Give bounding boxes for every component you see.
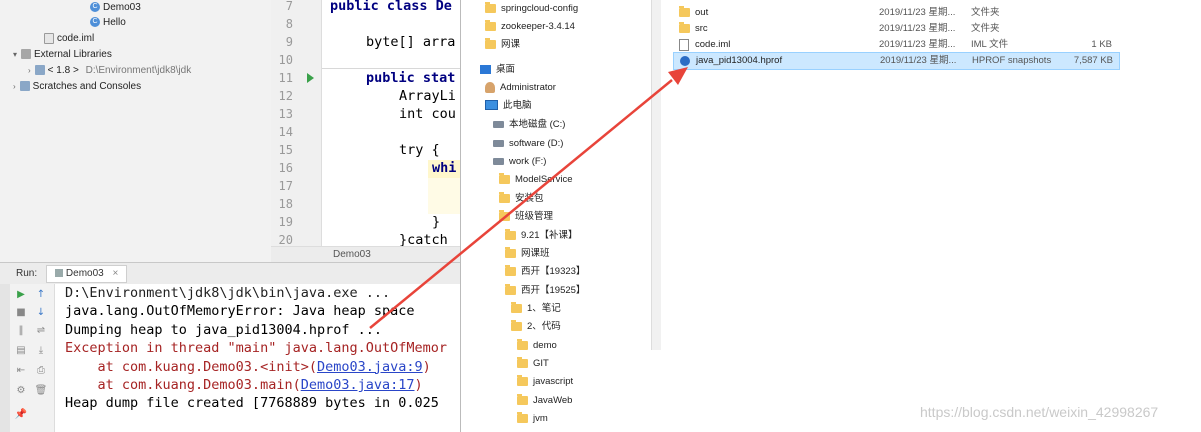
watermark: https://blog.csdn.net/weixin_42998267 [920, 404, 1159, 420]
annotation-arrow [369, 67, 688, 329]
arrow-line [369, 79, 673, 329]
